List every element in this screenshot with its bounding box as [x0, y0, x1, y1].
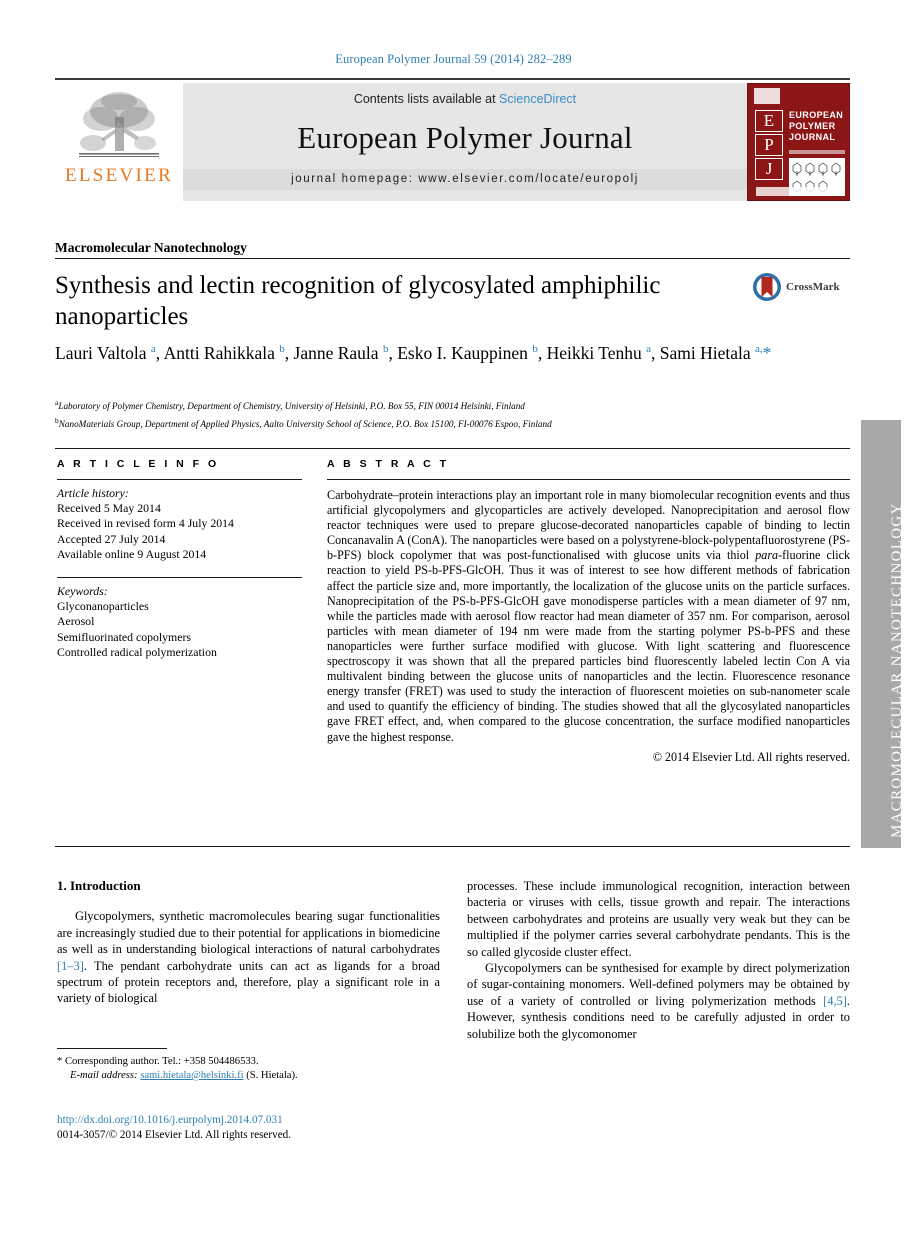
intro-right-part-1: Glycopolymers can be synthesised for exa…: [467, 961, 850, 1008]
rule-above-article-info: [55, 448, 850, 449]
rule-below-abstract: [55, 846, 850, 847]
email-line: E-mail address: sami.hietala@helsinki.fi…: [57, 1069, 440, 1083]
masthead-center: Contents lists available at ScienceDirec…: [183, 83, 747, 201]
article-info-column: A R T I C L E I N F O Article history: R…: [57, 458, 302, 660]
intro-paragraph-left: Glycopolymers, synthetic macromolecules …: [57, 908, 440, 1006]
keywords-block: Keywords: Glyconanoparticles Aerosol Sem…: [57, 584, 302, 660]
history-item: Available online 9 August 2014: [57, 546, 207, 561]
citation-ref-4-5[interactable]: [4,5]: [823, 994, 847, 1008]
crossmark-icon: [753, 273, 781, 301]
article-info-heading: A R T I C L E I N F O: [57, 458, 220, 470]
issn-copyright-line: 0014-3057/© 2014 Elsevier Ltd. All right…: [57, 1129, 292, 1141]
side-tab-label: MACROMOLECULAR NANOTECHNOLOGY: [889, 502, 905, 838]
cover-subtitle-bar: [789, 150, 845, 154]
abstract-rule: [327, 479, 850, 480]
intro-left-part-2: . The pendant carbohydrate units can act…: [57, 958, 440, 1006]
author-list: Lauri Valtola a, Antti Rahikkala b, Jann…: [55, 342, 772, 363]
footnote-block: * Corresponding author. Tel.: +358 50448…: [57, 1048, 440, 1083]
side-tab-macromolecular-nanotechnology: MACROMOLECULAR NANOTECHNOLOGY: [861, 420, 905, 848]
journal-name: European Polymer Journal: [297, 120, 633, 155]
elsevier-tree-icon: [79, 92, 159, 157]
history-item: Accepted 27 July 2014: [57, 531, 166, 546]
citation-ref-1-3[interactable]: [1–3]: [57, 959, 84, 973]
journal-masthead: ELSEVIER Contents lists available at Sci…: [55, 78, 850, 201]
journal-homepage-bar[interactable]: journal homepage: www.elsevier.com/locat…: [183, 169, 747, 190]
cover-footer-bar: [756, 187, 841, 196]
abstract-part-2: -fluorine click reaction to yield PS-b-P…: [327, 548, 850, 744]
footnote-star: *: [57, 1056, 63, 1067]
crossmark-label: CrossMark: [786, 281, 840, 293]
cover-journal-title: EUROPEAN POLYMER JOURNAL: [789, 110, 844, 142]
doi-link[interactable]: http://dx.doi.org/10.1016/j.eurpolymj.20…: [57, 1113, 457, 1128]
email-link[interactable]: sami.hietala@helsinki.fi: [140, 1070, 243, 1081]
keyword-item: Controlled radical polymerization: [57, 644, 217, 659]
keyword-item: Glyconanoparticles: [57, 599, 149, 614]
contents-available-line: Contents lists available at ScienceDirec…: [354, 92, 576, 106]
intro-paragraph-right-1: processes. These include immunological r…: [467, 879, 850, 959]
cover-publisher-mark: [754, 88, 780, 104]
intro-paragraph-right-2: Glycopolymers can be synthesised for exa…: [467, 960, 850, 1042]
email-owner: (S. Hietala).: [246, 1070, 298, 1081]
cover-letter-p: P: [755, 134, 783, 156]
abstract-column: A B S T R A C T Carbohydrate–protein int…: [327, 458, 850, 765]
abstract-heading: A B S T R A C T: [327, 458, 449, 470]
article-history-block: Article history: Received 5 May 2014 Rec…: [57, 486, 302, 562]
article-history-label: Article history:: [57, 486, 129, 500]
intro-left-part-1: Glycopolymers, synthetic macromolecules …: [57, 909, 440, 957]
elsevier-wordmark: ELSEVIER: [64, 165, 174, 186]
sciencedirect-link[interactable]: ScienceDirect: [499, 92, 576, 106]
elsevier-logo: ELSEVIER: [55, 83, 183, 201]
crossmark-badge[interactable]: CrossMark: [752, 272, 840, 302]
affiliation-text-a: Laboratory of Polymer Chemistry, Departm…: [58, 401, 525, 412]
body-column-right: processes. These include immunological r…: [467, 878, 850, 1042]
affiliation-a: aLaboratory of Polymer Chemistry, Depart…: [55, 396, 815, 414]
affiliation-list: aLaboratory of Polymer Chemistry, Depart…: [55, 396, 815, 431]
keywords-label: Keywords:: [57, 584, 108, 599]
page-title: Synthesis and lectin recognition of glyc…: [55, 272, 661, 330]
doi-block: http://dx.doi.org/10.1016/j.eurpolymj.20…: [57, 1113, 457, 1143]
history-item: Received in revised form 4 July 2014: [57, 516, 234, 531]
journal-cover-thumbnail: E P J EUROPEAN POLYMER JOURNAL: [747, 83, 850, 201]
email-label: E-mail address:: [70, 1070, 138, 1081]
section-label: Macromolecular Nanotechnology: [55, 240, 247, 255]
affiliation-text-b: NanoMaterials Group, Department of Appli…: [58, 418, 552, 429]
corresponding-author-text: Corresponding author. Tel.: +358 5044865…: [64, 1056, 259, 1067]
affiliation-b: bNanoMaterials Group, Department of Appl…: [55, 414, 815, 432]
rule-under-section-label: [55, 258, 850, 259]
history-item: Received 5 May 2014: [57, 501, 161, 516]
footnote-rule: [57, 1048, 167, 1049]
body-column-left: 1. Introduction Glycopolymers, synthetic…: [57, 878, 440, 1007]
keywords-rule: [57, 577, 302, 579]
abstract-copyright: © 2014 Elsevier Ltd. All rights reserved…: [652, 749, 850, 764]
contents-prefix: Contents lists available at: [353, 92, 500, 106]
cover-letter-j: J: [755, 158, 783, 180]
cover-epj-letters: E P J: [755, 110, 783, 182]
footnote-text: * Corresponding author. Tel.: +358 50448…: [57, 1055, 440, 1083]
keyword-item: Semifluorinated copolymers: [57, 629, 191, 644]
abstract-italic-term: para: [755, 548, 779, 563]
keyword-item: Aerosol: [57, 614, 95, 629]
cover-letter-e: E: [755, 110, 783, 132]
corresponding-author-line: * Corresponding author. Tel.: +358 50448…: [57, 1055, 440, 1069]
paper-page: European Polymer Journal 59 (2014) 282–2…: [0, 0, 907, 1238]
abstract-text: Carbohydrate–protein interactions play a…: [327, 488, 850, 745]
article-info-rule: [57, 479, 302, 480]
running-head: European Polymer Journal 59 (2014) 282–2…: [335, 52, 572, 66]
intro-heading: 1. Introduction: [57, 878, 141, 893]
